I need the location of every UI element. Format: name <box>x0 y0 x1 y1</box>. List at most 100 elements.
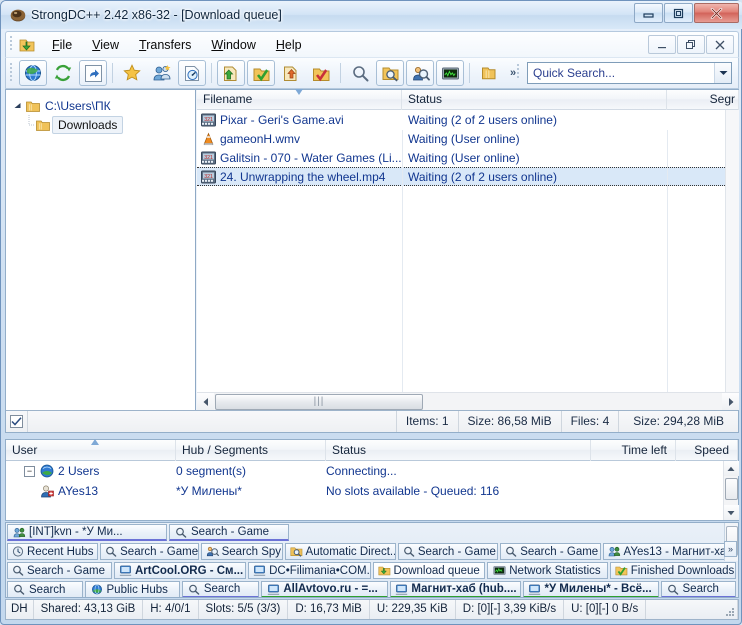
adls-search-icon[interactable] <box>376 60 404 86</box>
toolbar-separator <box>211 63 212 83</box>
status-downloaded: D: 16,73 MiB <box>288 600 370 619</box>
minimize-button[interactable] <box>634 3 663 23</box>
public-hubs-icon[interactable] <box>19 60 47 86</box>
list-item[interactable]: − 2 Users 0 segment(s) Connecting... <box>6 461 723 481</box>
menu-help[interactable]: Help <box>266 35 312 55</box>
menu-file[interactable]: File <box>42 35 82 55</box>
tab-ayes13-magnit[interactable]: AYes13 - Магнит-хаб <box>602 543 736 560</box>
column-header-hub-segments[interactable]: Hub / Segments <box>176 440 326 461</box>
scroll-right-arrow-icon[interactable] <box>722 393 739 410</box>
close-button[interactable] <box>694 3 739 23</box>
status-selected-size: Size: 86,58 MiB <box>457 411 561 432</box>
mdi-restore-button[interactable] <box>677 35 705 54</box>
scroll-up-arrow-icon[interactable] <box>723 461 739 476</box>
waiting-users-icon[interactable] <box>307 60 335 86</box>
queue-file-list[interactable]: Filename Status Segr 321 Pixar - Geri's … <box>197 89 739 410</box>
tab-search-game-5[interactable]: Search - Game <box>7 562 112 579</box>
tab-recent-hubs[interactable]: Recent Hubs <box>7 543 99 560</box>
tab-download-queue[interactable]: Download queue <box>372 562 486 579</box>
tab-u-mileny[interactable]: *У Милены* - Всё... <box>523 581 659 597</box>
horizontal-scroll-thumb[interactable]: ||| <box>215 393 423 410</box>
column-header-time-left[interactable]: Time left <box>591 440 676 461</box>
user-list-vertical-scrollbar[interactable] <box>723 461 739 520</box>
queue-list-vertical-scrollbar[interactable] <box>725 110 739 392</box>
table-row[interactable]: gameonH.wmv Waiting (User online) <box>197 129 725 148</box>
resize-grip-icon[interactable] <box>722 604 736 618</box>
tab-search-3[interactable]: Search <box>660 581 737 597</box>
tab-search-spy[interactable]: Search Spy <box>200 543 283 560</box>
tab-label: AYes13 - Магнит-хаб <box>623 545 733 558</box>
mdi-minimize-button[interactable] <box>648 35 676 54</box>
table-row[interactable]: 321 Pixar - Geri's Game.avi Waiting (2 o… <box>197 110 725 129</box>
tab-allavtovo[interactable]: AllAvtovo.ru - =... <box>261 581 389 597</box>
scroll-left-arrow-icon[interactable] <box>197 393 214 410</box>
quicksearch-grip-handle[interactable] <box>516 62 522 84</box>
tab-public-hubs[interactable]: Public Hubs <box>84 581 180 597</box>
tab-artcool-org[interactable]: ArtCool.ORG - См... <box>113 562 247 579</box>
quick-search-box[interactable]: Quick Search... <box>527 62 732 84</box>
maximize-button[interactable] <box>664 3 693 23</box>
column-header-status[interactable]: Status <box>402 90 667 110</box>
tab-magnit-hub[interactable]: Магнит-хаб (hub.... <box>390 581 522 597</box>
column-header-segments[interactable]: Segr <box>667 90 739 110</box>
reconnect-icon[interactable] <box>49 60 77 86</box>
upload-queue-icon[interactable] <box>277 60 305 86</box>
tab-search-game-1[interactable]: Search - Game <box>169 524 289 541</box>
column-header-status[interactable]: Status <box>326 440 591 461</box>
open-file-list-icon[interactable] <box>475 60 503 86</box>
tab-label: Search - Game <box>520 545 599 558</box>
search-icon[interactable] <box>346 60 374 86</box>
toolbar-grip-handle[interactable] <box>8 61 16 85</box>
tab-network-statistics[interactable]: Network Statistics <box>487 562 608 579</box>
menu-view[interactable]: View <box>82 35 129 55</box>
list-item[interactable]: AYes13 *У Милены* No slots available - Q… <box>6 481 723 501</box>
follow-redirect-icon[interactable] <box>79 60 107 86</box>
expander-collapse-icon[interactable]: − <box>24 465 35 477</box>
queue-filter-checkbox[interactable] <box>6 411 28 432</box>
tab-search-game-2[interactable]: Search - Game <box>100 543 199 560</box>
queue-list-horizontal-scrollbar[interactable]: ||| <box>197 392 739 410</box>
tab-search-game-4[interactable]: Search - Game <box>500 543 601 560</box>
tree-item-root[interactable]: C:\Users\ПК <box>10 96 195 115</box>
search-spy-icon[interactable] <box>406 60 434 86</box>
vlc-media-icon <box>203 132 214 145</box>
download-queue-icon[interactable] <box>178 60 206 86</box>
quick-search-input[interactable]: Quick Search... <box>528 66 714 80</box>
window-title: StrongDC++ 2.42 x86-32 - [Download queue… <box>31 8 282 22</box>
queue-directory-tree[interactable]: C:\Users\ПК Downloads <box>6 90 196 410</box>
user-name: 2 Users <box>58 464 100 478</box>
tab-intkvn[interactable]: [INT]kvn - *У Ми... <box>7 524 167 541</box>
queue-rows[interactable]: 321 Pixar - Geri's Game.avi Waiting (2 o… <box>197 110 725 392</box>
checkbox-icon[interactable] <box>10 415 23 428</box>
transfer-user-list[interactable]: User Hub / Segments Status Time left Spe… <box>5 439 739 521</box>
chevron-down-icon[interactable] <box>714 63 731 83</box>
table-row-selected[interactable]: 321 24. Unwrapping the wheel.mp4 Waiting… <box>197 167 725 186</box>
tab-search-2[interactable]: Search <box>181 581 260 597</box>
tab-row-2: Recent Hubs Search - Game Search Spy Aut… <box>7 543 738 561</box>
tab-overflow-button[interactable]: » <box>724 541 737 557</box>
favorite-hubs-icon[interactable] <box>118 60 146 86</box>
tab-label: DC•Filimania•COM... <box>269 564 371 577</box>
user-rows[interactable]: − 2 Users 0 segment(s) Connecting... AYe… <box>6 461 723 519</box>
tree-item-downloads[interactable]: Downloads <box>10 115 195 134</box>
table-row[interactable]: 321 Galitsin - 070 - Water Games (Li... … <box>197 148 725 167</box>
tab-finished-downloads[interactable]: Finished Downloads <box>609 562 737 579</box>
network-statistics-icon[interactable] <box>436 60 464 86</box>
menu-window[interactable]: Window <box>201 35 265 55</box>
status-total-size: Size: 294,28 MiB <box>618 411 738 432</box>
favorite-users-icon[interactable] <box>148 60 176 86</box>
finished-downloads-icon[interactable] <box>247 60 275 86</box>
menu-grip-handle[interactable] <box>9 35 15 54</box>
menu-transfers[interactable]: Transfers <box>129 35 201 55</box>
tab-label: Recent Hubs <box>27 545 94 558</box>
tab-search-game-3[interactable]: Search - Game <box>397 543 499 560</box>
column-header-speed[interactable]: Speed <box>676 440 738 461</box>
tab-search-1[interactable]: Search <box>7 581 83 597</box>
finished-uploads-icon[interactable] <box>217 60 245 86</box>
tab-dc-filimania[interactable]: DC•Filimania•COM... <box>248 562 371 579</box>
mdi-close-button[interactable] <box>706 35 734 54</box>
tab-automatic-directory[interactable]: Automatic Direct... <box>284 543 396 560</box>
vertical-scroll-thumb[interactable] <box>724 478 738 500</box>
scroll-down-arrow-icon[interactable] <box>723 505 739 520</box>
tree-expander-icon[interactable] <box>10 101 24 110</box>
